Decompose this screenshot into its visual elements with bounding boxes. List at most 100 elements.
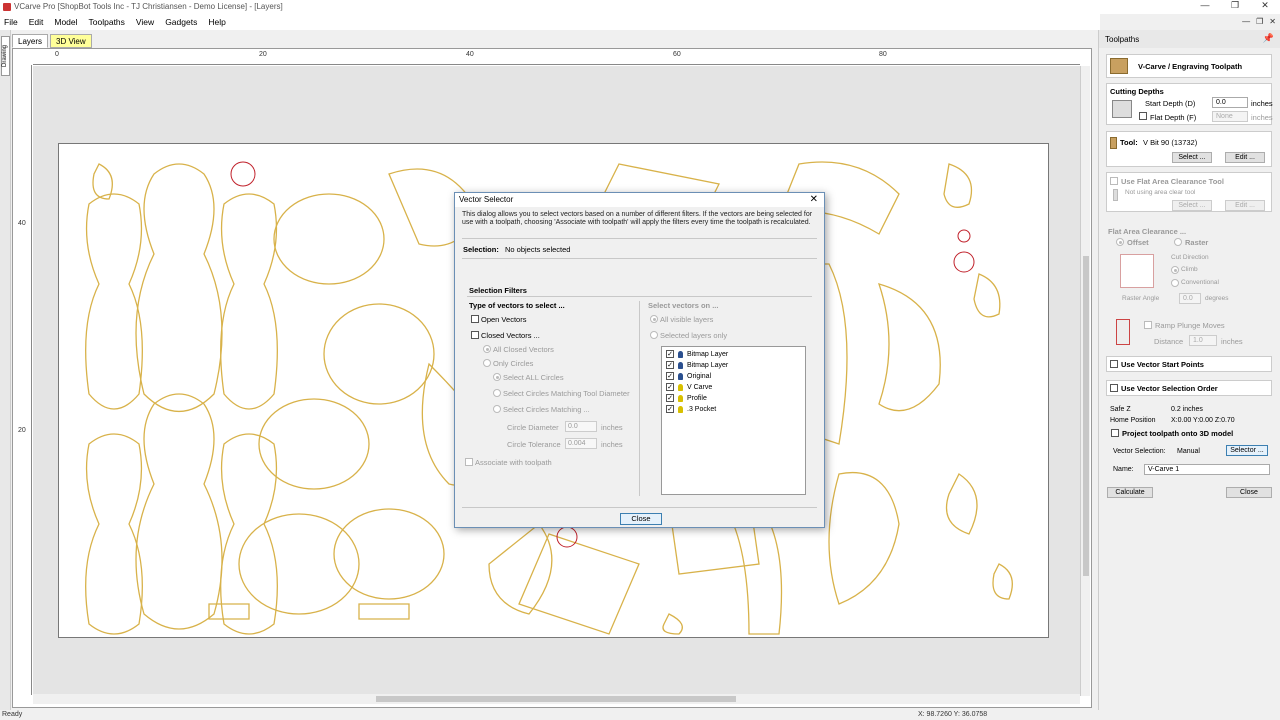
list-item[interactable]: ✓ Bitmap Layer (666, 360, 728, 370)
offset-pattern-icon (1120, 254, 1154, 288)
tab-layers[interactable]: Layers (12, 34, 49, 48)
vertical-ruler: 40 20 (16, 65, 32, 695)
cut-direction-label: Cut Direction (1171, 254, 1209, 261)
project-checkbox[interactable] (1111, 429, 1119, 437)
drawing-tab[interactable]: Drawing (1, 36, 10, 76)
only-circles-radio[interactable] (483, 359, 491, 367)
left-toolbar: Drawing (0, 30, 11, 710)
only-circles-label: Only Circles (493, 359, 534, 368)
status-bar: Ready X: 98.7260 Y: 36.0758 (0, 710, 1280, 720)
status-text: Ready (2, 711, 23, 718)
selected-only-radio[interactable] (650, 331, 658, 339)
list-item[interactable]: ✓ Original (666, 371, 711, 381)
all-closed-radio[interactable] (483, 345, 491, 353)
pin-icon[interactable]: 📌 (1263, 33, 1274, 44)
menu-toolpaths[interactable]: Toolpaths (89, 17, 125, 30)
closed-vectors-label: Closed Vectors ... (481, 331, 540, 340)
layer-checkbox[interactable]: ✓ (666, 350, 674, 358)
select-all-circles-radio[interactable] (493, 373, 501, 381)
doc-close-button[interactable]: ✕ (1269, 17, 1276, 26)
cursor-coordinates: X: 98.7260 Y: 36.0758 (918, 711, 988, 718)
minimize-button[interactable]: — (1190, 0, 1220, 11)
layer-checkbox[interactable]: ✓ (666, 361, 674, 369)
start-points-box: Use Vector Start Points (1106, 356, 1272, 372)
layer-checkbox[interactable]: ✓ (666, 405, 674, 413)
list-item[interactable]: ✓ Profile (666, 393, 707, 403)
start-points-checkbox[interactable] (1110, 360, 1118, 368)
selection-value: No objects selected (505, 245, 571, 254)
circle-tolerance-input[interactable]: 0.004 (565, 438, 597, 449)
closed-vectors-checkbox[interactable] (471, 331, 479, 339)
list-item[interactable]: ✓ Bitmap Layer (666, 349, 728, 359)
conventional-radio[interactable] (1171, 279, 1179, 287)
selector-button[interactable]: Selector ... (1226, 445, 1268, 456)
menu-edit[interactable]: Edit (29, 17, 44, 30)
raster-angle-label: Raster Angle (1122, 295, 1160, 302)
vertical-scrollbar[interactable] (1080, 66, 1090, 696)
matching-label: Select Circles Matching ... (503, 405, 590, 414)
maximize-button[interactable]: ❐ (1220, 0, 1250, 11)
doc-restore-button[interactable]: ❐ (1256, 17, 1263, 26)
matching-radio[interactable] (493, 405, 501, 413)
panel-header: Toolpaths 📌 (1099, 30, 1280, 48)
ruler-h-label: 80 (879, 51, 887, 58)
area-tool-select-button[interactable]: Select ... (1172, 200, 1212, 211)
menu-model[interactable]: Model (54, 17, 77, 30)
list-item[interactable]: ✓ .3 Pocket (666, 404, 716, 414)
tool-icon (1110, 137, 1117, 149)
flat-depth-input[interactable]: None (1212, 111, 1248, 122)
tab-3d-view[interactable]: 3D View (50, 34, 92, 48)
raster-radio[interactable] (1174, 238, 1182, 246)
menu-view[interactable]: View (136, 17, 154, 30)
flat-area-tool-checkbox[interactable] (1110, 177, 1118, 185)
layer-checkbox[interactable]: ✓ (666, 383, 674, 391)
menu-gadgets[interactable]: Gadgets (165, 17, 197, 30)
selection-order-box: Use Vector Selection Order (1106, 380, 1272, 396)
layer-name: Bitmap Layer (687, 350, 729, 358)
inches-unit: inches (1251, 99, 1273, 108)
ruler-v-label: 20 (18, 427, 26, 434)
selection-order-checkbox[interactable] (1110, 384, 1118, 392)
circle-diameter-label: Circle Diameter (507, 423, 559, 432)
dialog-close-icon[interactable]: ✕ (810, 194, 818, 205)
name-input[interactable]: V-Carve 1 (1144, 464, 1270, 475)
ramp-plunge-checkbox[interactable] (1144, 321, 1152, 329)
associate-checkbox[interactable] (465, 458, 473, 466)
inches-unit: inches (601, 440, 623, 449)
dialog-close-button[interactable]: Close (620, 513, 662, 525)
menu-file[interactable]: File (4, 17, 18, 30)
divider (462, 258, 817, 259)
offset-radio[interactable] (1116, 238, 1124, 246)
menu-help[interactable]: Help (208, 17, 225, 30)
layer-list[interactable]: ✓ Bitmap Layer ✓ Bitmap Layer ✓ Original… (661, 346, 806, 495)
circle-diameter-input[interactable]: 0.0 (565, 421, 597, 432)
layer-checkbox[interactable]: ✓ (666, 394, 674, 402)
layer-name: Bitmap Layer (687, 361, 729, 369)
vertical-scroll-thumb[interactable] (1083, 256, 1089, 576)
calculate-button[interactable]: Calculate (1107, 487, 1153, 498)
doc-minimize-button[interactable]: — (1242, 17, 1250, 26)
list-item[interactable]: ✓ V Carve (666, 382, 712, 392)
climb-radio[interactable] (1171, 266, 1179, 274)
open-vectors-checkbox[interactable] (471, 315, 479, 323)
dialog-description: This dialog allows you to select vectors… (462, 211, 813, 226)
close-window-button[interactable]: ✕ (1250, 0, 1280, 11)
tool-edit-button[interactable]: Edit ... (1225, 152, 1265, 163)
panel-close-button[interactable]: Close (1226, 487, 1272, 498)
horizontal-scrollbar[interactable] (33, 694, 1080, 704)
home-position-value: X:0.00 Y:0.00 Z:0.70 (1171, 417, 1235, 424)
tool-label: Tool: (1120, 138, 1138, 147)
raster-angle-input[interactable]: 0.0 (1179, 293, 1201, 304)
flat-depth-checkbox[interactable] (1139, 112, 1147, 120)
all-visible-radio[interactable] (650, 315, 658, 323)
divider (462, 238, 817, 239)
start-depth-input[interactable]: 0.0 (1212, 97, 1248, 108)
safe-z-value: 0.2 inches (1171, 406, 1203, 413)
distance-input[interactable]: 1.0 (1189, 335, 1217, 346)
match-tool-radio[interactable] (493, 389, 501, 397)
area-tool-edit-button[interactable]: Edit ... (1225, 200, 1265, 211)
horizontal-scroll-thumb[interactable] (376, 696, 736, 702)
climb-label: Climb (1181, 266, 1198, 273)
layer-checkbox[interactable]: ✓ (666, 372, 674, 380)
tool-select-button[interactable]: Select ... (1172, 152, 1212, 163)
